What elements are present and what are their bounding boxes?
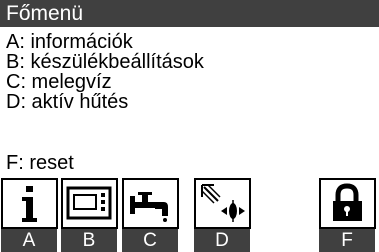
menu-item-device-settings[interactable]: B: készülékbeállítások bbox=[6, 52, 204, 72]
info-icon bbox=[22, 186, 37, 222]
menu-item-hot-water[interactable]: C: melegvíz bbox=[6, 72, 204, 92]
softkey-f[interactable]: F bbox=[319, 229, 375, 252]
tap-water-icon bbox=[130, 192, 168, 222]
softkey-d-icon-box[interactable] bbox=[194, 178, 251, 229]
softkey-a-icon-box[interactable] bbox=[1, 178, 58, 229]
softkey-b-icon-box[interactable] bbox=[61, 178, 118, 229]
softkey-label-row: A B C D F bbox=[0, 229, 379, 252]
softkey-icon-row bbox=[0, 178, 379, 229]
main-menu: A: információk B: készülékbeállítások C:… bbox=[6, 32, 204, 173]
active-cooling-icon bbox=[201, 184, 245, 222]
menu-item-active-cooling[interactable]: D: aktív hűtés bbox=[6, 92, 204, 112]
title-bar: Főmenü bbox=[0, 0, 379, 27]
softkey-d[interactable]: D bbox=[194, 229, 250, 252]
lock-icon bbox=[333, 183, 362, 221]
softkey-a[interactable]: A bbox=[1, 229, 57, 252]
menu-item-reset[interactable]: F: reset bbox=[6, 153, 204, 173]
softkey-c-icon-box[interactable] bbox=[122, 178, 179, 229]
page-title: Főmenü bbox=[6, 2, 84, 25]
menu-item-information[interactable]: A: információk bbox=[6, 32, 204, 52]
device-settings-icon bbox=[66, 186, 112, 220]
softkey-b[interactable]: B bbox=[61, 229, 117, 252]
softkey-f-icon-box[interactable] bbox=[319, 178, 376, 229]
softkey-c[interactable]: C bbox=[122, 229, 178, 252]
